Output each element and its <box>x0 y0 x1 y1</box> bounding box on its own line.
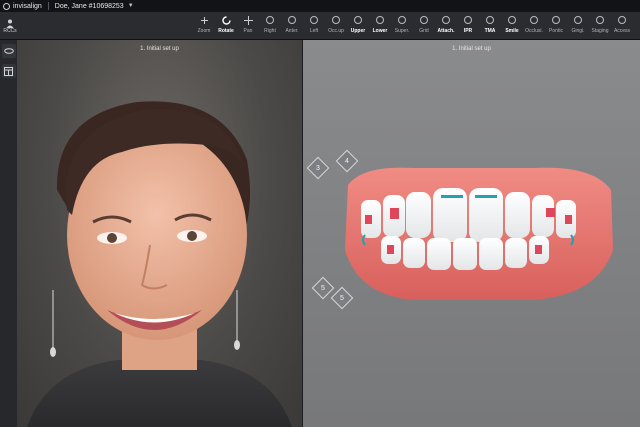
left-view-icon <box>308 14 320 26</box>
patient-name: Doe, Jane #10698253 <box>54 2 124 10</box>
toolbar-anter-button[interactable]: Anter. <box>281 14 303 34</box>
toolbar-label: Rotate <box>218 28 234 34</box>
toolbar-smile-button[interactable]: Smile <box>501 14 523 34</box>
toolbar-label: TMA <box>484 28 496 34</box>
toolbar-label: Zoom <box>197 28 211 34</box>
toolbar-label: Lower <box>372 28 388 34</box>
attachment-icon <box>440 14 452 26</box>
toolbar-right-button[interactable]: Right <box>259 14 281 34</box>
stage-marker-4[interactable]: 4 <box>339 153 355 169</box>
toolbar-label: Pontic <box>549 28 563 34</box>
layout-button[interactable] <box>1 64 16 78</box>
grid-icon <box>418 14 430 26</box>
rotate-icon <box>220 14 232 26</box>
toolbar-occlusio-button[interactable]: Occlusi. <box>523 14 545 34</box>
lower-arch-icon <box>374 14 386 26</box>
toolbar-super-button[interactable]: Super. <box>391 14 413 34</box>
dental-model-viewport[interactable]: 1. Initial set up 3 4 5 5 <box>303 40 640 427</box>
toolbar-label: Anter. <box>285 28 299 34</box>
toolbar-label: Staging <box>591 28 609 34</box>
toolbar-gingi-button[interactable]: Gingi. <box>567 14 589 34</box>
toolbar-rotate-button[interactable]: Rotate <box>215 14 237 34</box>
toolbar-tma-button[interactable]: TMA <box>479 14 501 34</box>
toolbar-label: Smile <box>505 28 519 34</box>
toolbar-grid-button[interactable]: Grid <box>413 14 435 34</box>
front-view-icon <box>286 14 298 26</box>
toolbar-lower-button[interactable]: Lower <box>369 14 391 34</box>
rccs-button[interactable]: RCCs <box>2 15 18 37</box>
stage-marker-5a[interactable]: 5 <box>315 280 331 296</box>
title-bar: invisalign Doe, Jane #10698253 ▼ <box>0 0 640 12</box>
pan-icon <box>242 14 254 26</box>
stage-marker-3[interactable]: 3 <box>310 160 326 176</box>
toolbar-pontic-button[interactable]: Pontic <box>545 14 567 34</box>
toolbar-label: Pan <box>243 28 253 34</box>
smile-icon <box>506 14 518 26</box>
toolbar-label: Upper <box>350 28 366 34</box>
toolbar-label: Left <box>309 28 319 34</box>
toolbar-zoom-button[interactable]: Zoom <box>193 14 215 34</box>
toolbar-upper-button[interactable]: Upper <box>347 14 369 34</box>
main-toolbar: RCCs Zoom Rotate Pan Right Anter. Left Occ.up U… <box>0 12 640 40</box>
toolbar-occlusal-button[interactable]: Occ.up <box>325 14 347 34</box>
superimpose-icon <box>396 14 408 26</box>
toolbar-attach-button[interactable]: Attach. <box>435 14 457 34</box>
toolbar-items: Zoom Rotate Pan Right Anter. Left Occ.up Upper L… <box>193 14 633 34</box>
person-icon <box>6 19 14 28</box>
patient-selector[interactable]: Doe, Jane #10698253 ▼ <box>55 3 134 10</box>
toolbar-pan-button[interactable]: Pan <box>237 14 259 34</box>
toolbar-left-button[interactable]: Left <box>303 14 325 34</box>
oval-view-button[interactable] <box>1 44 16 58</box>
left-sidebar <box>0 40 17 427</box>
occlusal-icon <box>330 14 342 26</box>
plus-minus-icon <box>198 14 210 26</box>
toolbar-label: Occ.up <box>328 28 344 34</box>
toolbar-ipr-button[interactable]: IPR <box>457 14 479 34</box>
toolbar-label: Occlusi. <box>525 28 543 34</box>
patient-face-image <box>27 101 292 427</box>
lower-teeth <box>381 236 549 270</box>
pontic-icon <box>550 14 562 26</box>
toolbar-label: Gingi. <box>571 28 585 34</box>
patient-photo-panel[interactable]: 1. Initial set up <box>17 40 302 427</box>
toolbar-more-button[interactable]: Access <box>611 14 633 34</box>
title-separator <box>47 2 49 10</box>
oval-icon <box>3 48 14 54</box>
dental-model-3d[interactable] <box>303 40 640 427</box>
toolbar-label: Attach. <box>437 28 455 34</box>
chevron-down-icon: ▼ <box>127 3 134 9</box>
rccs-label: RCCs <box>3 27 17 34</box>
occlusion-icon <box>528 14 540 26</box>
layout-icon <box>4 66 13 76</box>
gingiva-icon <box>572 14 584 26</box>
upper-arch-icon <box>352 14 364 26</box>
brand-logo: invisalign <box>0 2 42 10</box>
toolbar-label: Access <box>613 28 631 34</box>
ipr-icon <box>462 14 474 26</box>
toolbar-label: Super. <box>394 28 410 34</box>
toolbar-label: IPR <box>463 28 473 34</box>
stage-marker-5b[interactable]: 5 <box>334 290 350 306</box>
right-view-icon <box>264 14 276 26</box>
staging-icon <box>594 14 606 26</box>
toolbar-label: Right <box>264 28 276 34</box>
brand-name: invisalign <box>13 2 42 10</box>
folder-icon <box>616 14 628 26</box>
toolbar-staging-button[interactable]: Staging <box>589 14 611 34</box>
toolbar-label: Grid <box>419 28 429 34</box>
invisalign-logo-icon <box>3 2 10 10</box>
tma-icon <box>484 14 496 26</box>
